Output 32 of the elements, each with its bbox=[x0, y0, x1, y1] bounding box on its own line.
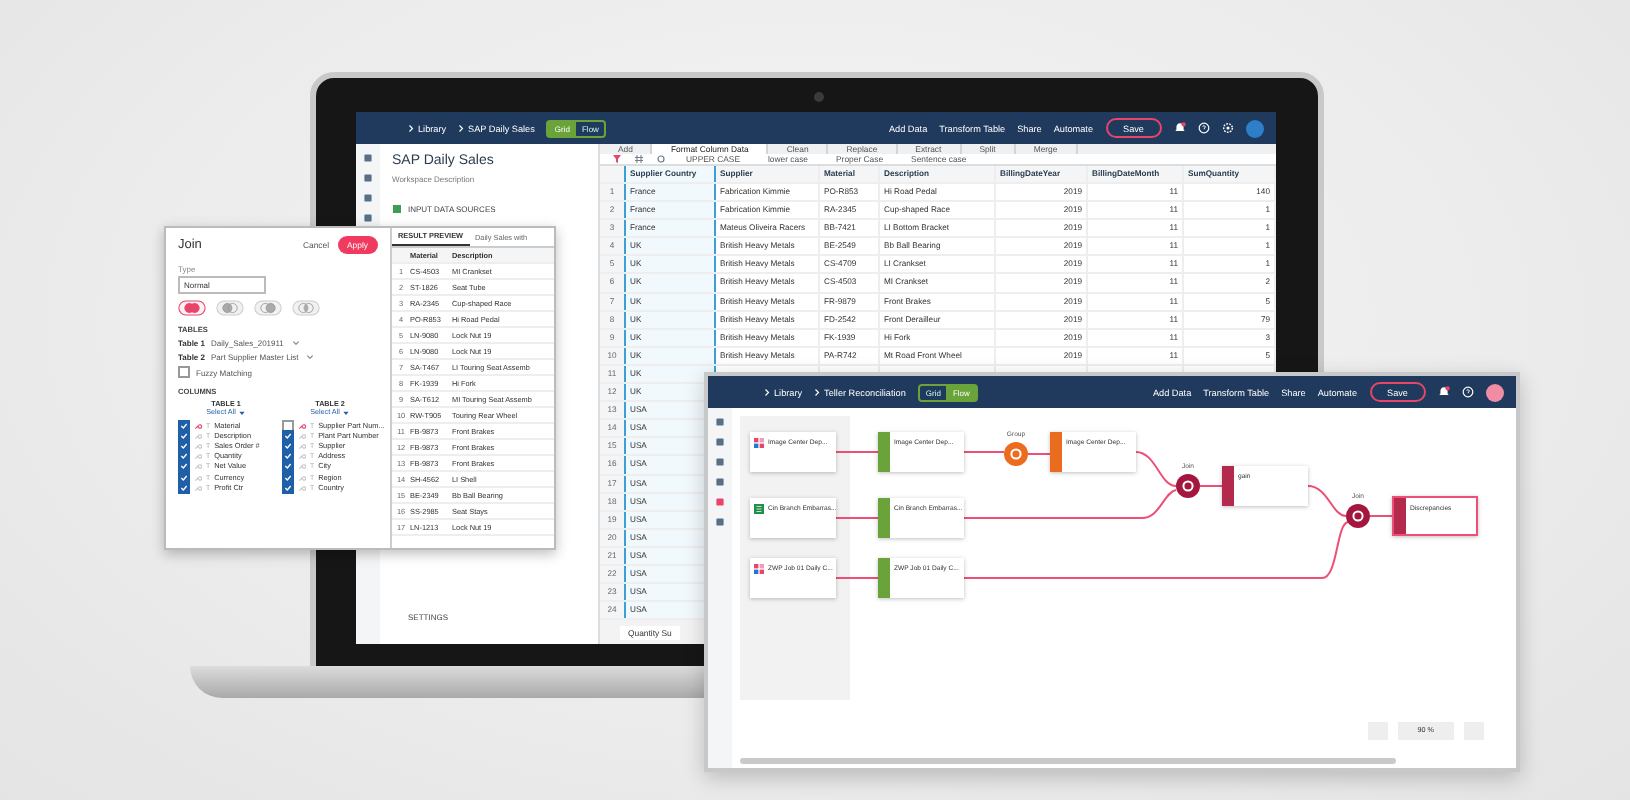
grid-logo-icon bbox=[754, 564, 764, 574]
bell-icon[interactable] bbox=[1174, 122, 1186, 134]
webcam-dot bbox=[814, 92, 824, 102]
bell-icon[interactable] bbox=[1438, 386, 1450, 398]
checkbox[interactable] bbox=[178, 419, 190, 432]
grid-logo-icon bbox=[754, 438, 764, 448]
checkbox[interactable] bbox=[282, 460, 294, 473]
checkbox[interactable] bbox=[178, 460, 190, 473]
caret-icon bbox=[237, 409, 246, 415]
avatar[interactable] bbox=[1486, 383, 1504, 401]
key-icon[interactable] bbox=[298, 421, 306, 430]
sheet-icon bbox=[392, 204, 402, 214]
checkbox[interactable] bbox=[178, 366, 190, 378]
operation-node[interactable] bbox=[1176, 474, 1200, 498]
help-icon[interactable] bbox=[1198, 122, 1210, 134]
caret-icon bbox=[341, 409, 350, 415]
join-type-option[interactable] bbox=[254, 300, 282, 316]
hash-icon[interactable] bbox=[634, 154, 644, 164]
checkbox[interactable] bbox=[282, 429, 294, 442]
operation-node[interactable] bbox=[1004, 442, 1028, 466]
join-type-option[interactable] bbox=[216, 300, 244, 316]
chevron-icon bbox=[408, 123, 414, 133]
chevron-icon bbox=[814, 387, 821, 397]
join-type-option[interactable] bbox=[178, 300, 206, 316]
help-icon[interactable] bbox=[1462, 386, 1474, 398]
key-icon[interactable] bbox=[194, 421, 202, 430]
scrollbar[interactable] bbox=[740, 758, 1396, 764]
avatar[interactable] bbox=[1246, 119, 1264, 137]
sheet-icon bbox=[754, 504, 764, 514]
chevron-icon bbox=[764, 387, 770, 397]
chevron-icon bbox=[458, 123, 465, 133]
operation-node[interactable] bbox=[1346, 504, 1370, 528]
